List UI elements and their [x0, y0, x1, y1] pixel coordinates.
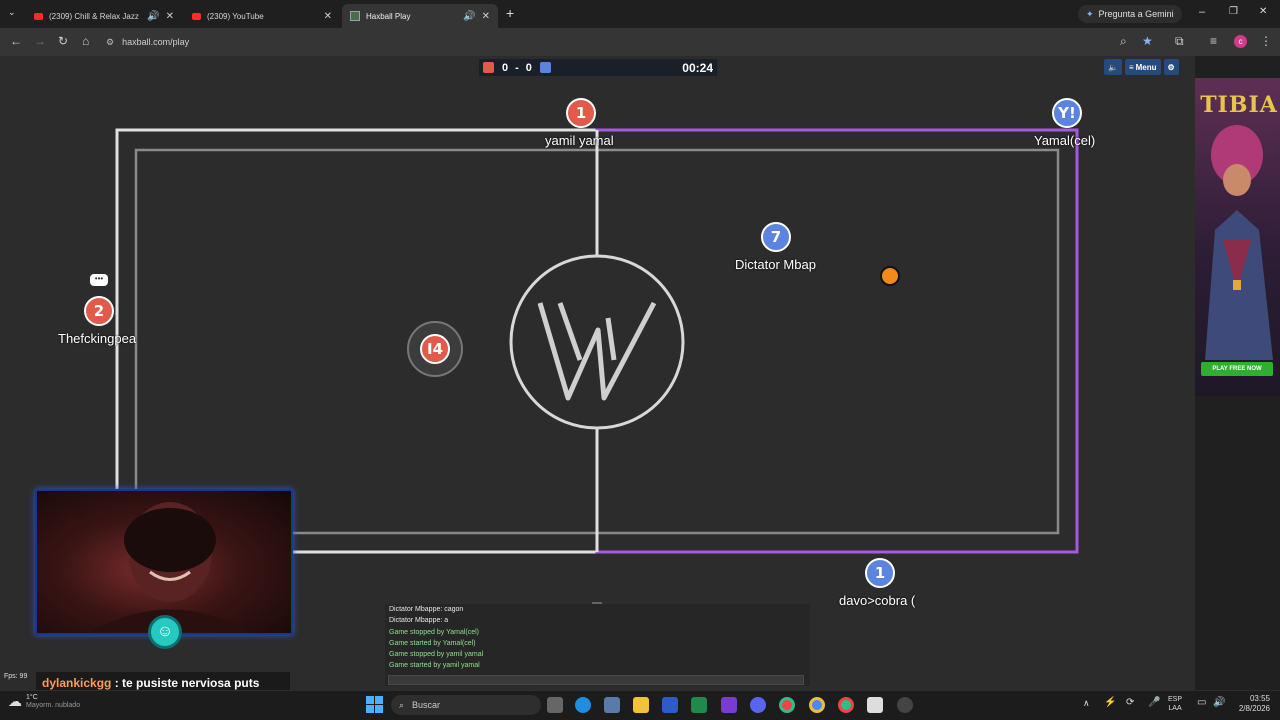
chrome-profile-icon[interactable]: [809, 697, 825, 713]
search-placeholder: Buscar: [412, 700, 441, 710]
search-icon: ⌕: [399, 699, 405, 710]
chat-line: Dictator Mbappe: cagon: [389, 606, 464, 613]
player-name: Dictator Mbap: [735, 257, 816, 272]
media-controls-icon[interactable]: ≡: [1210, 34, 1217, 48]
tray-network-icon[interactable]: ⚡: [1104, 697, 1116, 708]
edge-icon[interactable]: [575, 697, 591, 713]
profile-initial: c: [1238, 37, 1243, 46]
tray-mic-icon[interactable]: 🎤: [1148, 697, 1160, 708]
task-view-icon[interactable]: [547, 697, 563, 713]
player-name: Thefckingpea: [58, 331, 137, 346]
game-timer: 00:24: [682, 60, 713, 75]
scoreboard: 0 - 0 00:24: [479, 59, 717, 76]
chat-bubble-icon: •••: [90, 274, 108, 286]
store-icon[interactable]: [867, 697, 883, 713]
player-name: Yamal(cel): [1034, 133, 1096, 148]
tray-display-icon[interactable]: ▭: [1197, 697, 1206, 708]
more-menu-icon[interactable]: ⋮: [1260, 34, 1272, 48]
clipchamp-icon[interactable]: [721, 697, 737, 713]
player-disc: 1: [566, 98, 596, 128]
ball: [880, 266, 900, 286]
profile-avatar[interactable]: c: [1234, 35, 1247, 48]
word-icon[interactable]: [662, 697, 678, 713]
sound-toggle-button[interactable]: 🔈: [1104, 59, 1122, 75]
streamer-emblem-icon: ☺: [148, 615, 182, 649]
player-number: Y!: [1058, 104, 1076, 122]
score-separator: -: [515, 61, 519, 74]
close-window-button[interactable]: ✕: [1259, 6, 1267, 17]
weather-widget[interactable]: ☁ 1°C Mayorm. nublado: [8, 693, 80, 710]
player-disc: 7: [761, 222, 791, 252]
score-red: 0: [502, 61, 509, 74]
maximize-button[interactable]: ❐: [1229, 6, 1238, 17]
chrome-alt-icon[interactable]: [838, 697, 854, 713]
player-disc: 2: [84, 296, 114, 326]
file-explorer-icon[interactable]: [633, 697, 649, 713]
menu-label: Menu: [1135, 62, 1157, 72]
streamer-silhouette-image: [90, 502, 250, 632]
chat-resize-handle[interactable]: [592, 602, 602, 604]
clock[interactable]: 03:55 2/8/2026: [1232, 694, 1270, 714]
lang-line1: ESP: [1168, 696, 1183, 703]
blue-team-icon: [539, 62, 551, 73]
player-number: 1: [874, 564, 886, 582]
ad-character-image: [1205, 125, 1273, 360]
cloud-icon: ☁: [8, 693, 22, 709]
minimize-button[interactable]: –: [1199, 6, 1205, 18]
start-button[interactable]: [366, 696, 383, 713]
chat-line: Game started by Yamal(cel): [389, 640, 476, 647]
player-number: 1: [575, 104, 587, 122]
player-name: davo>cobra (: [839, 593, 916, 608]
settings-button[interactable]: ⚙: [1163, 59, 1179, 75]
weather-temp: 1°C: [26, 693, 38, 701]
clock-date: 2/8/2026: [1238, 704, 1270, 713]
chat-input[interactable]: [388, 675, 804, 685]
hamburger-icon: ≡: [1128, 62, 1134, 72]
ad-brand: TIBIA: [1200, 92, 1278, 118]
ad-play-button[interactable]: PLAY FREE NOW: [1201, 362, 1273, 376]
red-team-icon: [483, 62, 494, 73]
player-number: 2: [93, 302, 105, 320]
tray-chevron-icon[interactable]: ∧: [1083, 698, 1090, 709]
fps-counter: Fps: 99: [4, 673, 28, 680]
settings-app-icon[interactable]: [604, 697, 620, 713]
player-disc: Y!: [1052, 98, 1082, 128]
stream-chat-user: dylankickgg: [42, 676, 112, 690]
lang-line2: LAA: [1168, 705, 1182, 712]
tray-sync-icon[interactable]: ⟳: [1126, 697, 1134, 708]
menu-button[interactable]: ≡ Menu: [1124, 59, 1161, 75]
chat-line: Game stopped by Yamal(cel): [389, 629, 480, 636]
gear-icon: ⚙: [1167, 62, 1175, 72]
player-number: 7: [770, 228, 782, 246]
weather-desc: Mayorm. nublado: [26, 701, 81, 709]
chat-line: Dictator Mbappe: a: [389, 617, 449, 624]
game-app-icon[interactable]: [897, 697, 913, 713]
player-disc: I4: [420, 334, 450, 364]
language-indicator[interactable]: ESP LAA: [1168, 695, 1182, 713]
game-menu-bar: 🔈 ≡ Menu ⚙: [1104, 59, 1179, 75]
excel-icon[interactable]: [691, 697, 707, 713]
chat-line: Game stopped by yamil yamal: [389, 651, 484, 658]
clock-time: 03:55: [1249, 694, 1270, 703]
speaker-icon: 🔈: [1108, 62, 1118, 72]
taskbar-search-input[interactable]: ⌕ Buscar: [391, 695, 541, 715]
player-number: I4: [426, 340, 444, 358]
chrome-icon[interactable]: [779, 697, 795, 713]
chat-line: Game started by yamil yamal: [389, 662, 480, 669]
tray-volume-icon[interactable]: 🔊: [1213, 697, 1225, 708]
player-disc: 1: [865, 558, 895, 588]
score-blue: 0: [525, 61, 532, 74]
player-name: yamil yamal: [545, 133, 614, 148]
discord-icon[interactable]: [750, 697, 766, 713]
